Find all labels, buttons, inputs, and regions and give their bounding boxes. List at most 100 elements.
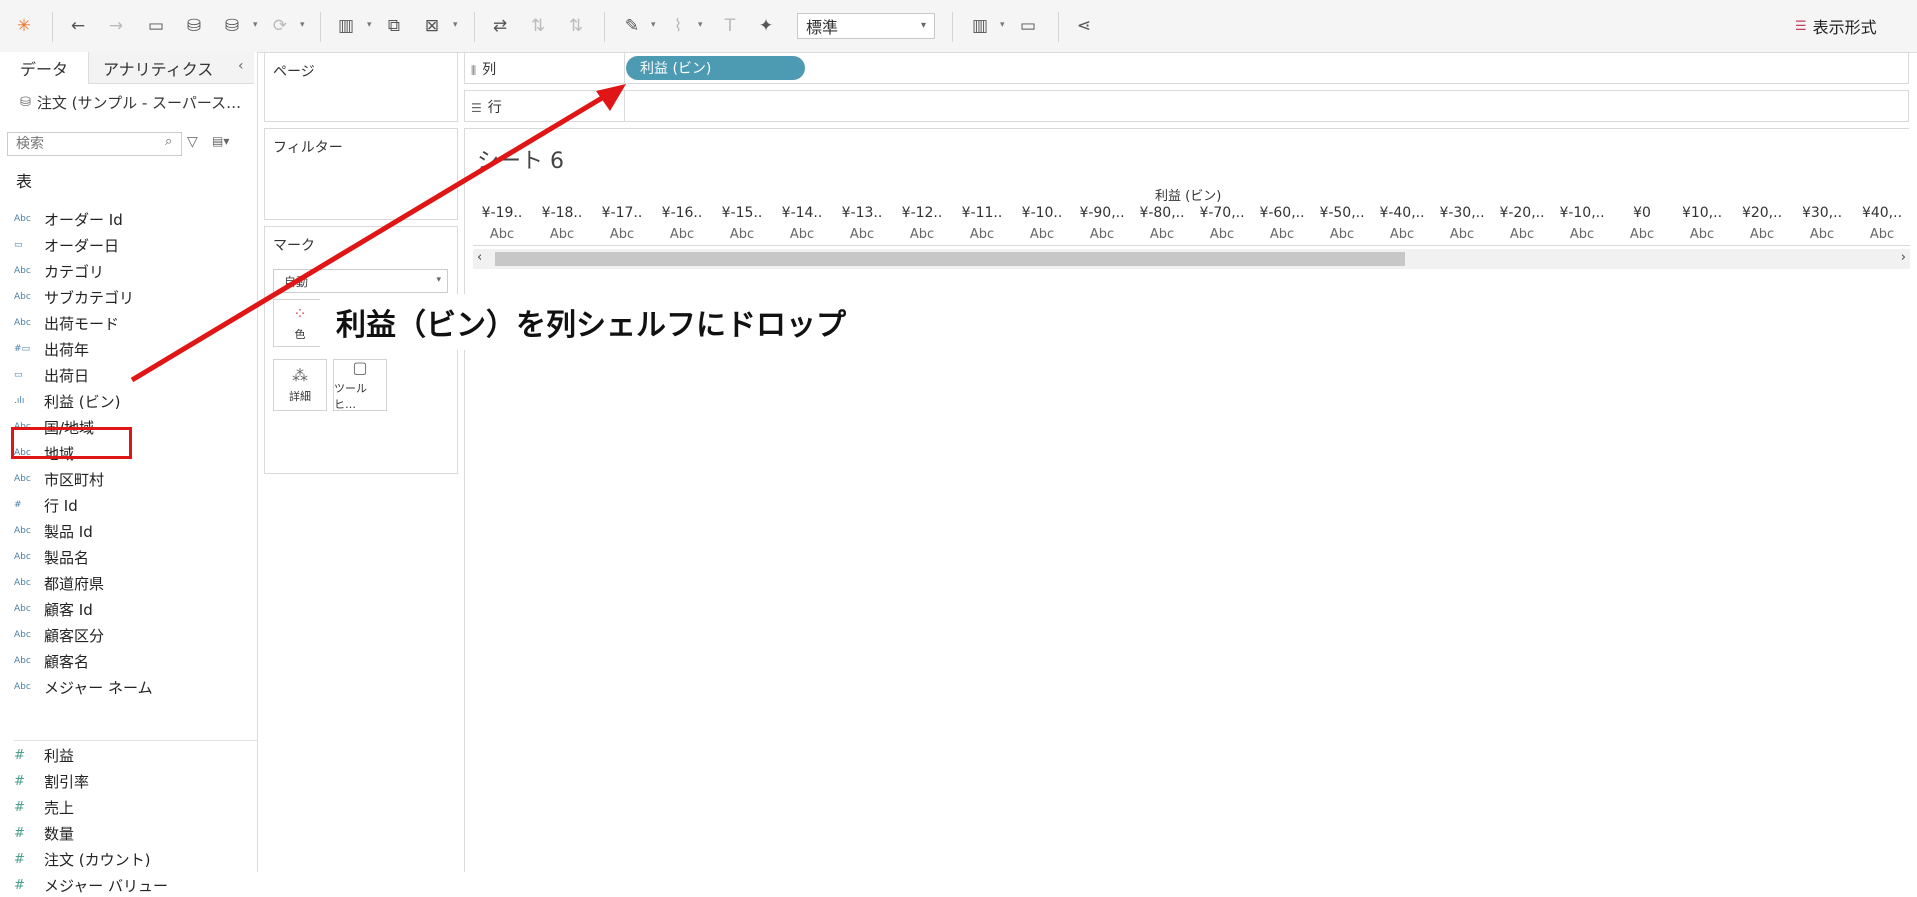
column-header-title[interactable]: 利益 (ビン) <box>1155 185 1221 204</box>
column-header-tick[interactable]: ¥-16.. <box>653 205 711 221</box>
column-header-tick[interactable]: ¥-50,.. <box>1313 205 1371 221</box>
field-item[interactable]: Abc メジャー ネーム <box>14 675 153 699</box>
column-header-tick[interactable]: ¥-90,.. <box>1073 205 1131 221</box>
cell-placeholder[interactable]: Abc <box>1853 227 1911 242</box>
column-header-tick[interactable]: ¥-30,.. <box>1433 205 1491 221</box>
field-item[interactable]: ▭ 出荷日 <box>14 363 89 387</box>
field-item[interactable]: Abc 製品名 <box>14 545 89 569</box>
column-header-tick[interactable]: ¥0 <box>1613 205 1671 221</box>
pause-updates-icon[interactable]: ⛁ <box>218 12 246 40</box>
measure-item[interactable]: # 数量 <box>14 821 74 845</box>
show-mark-labels-icon[interactable]: T <box>716 12 744 40</box>
cell-placeholder[interactable]: Abc <box>1433 227 1491 242</box>
measure-item[interactable]: # 注文 (カウント) <box>14 847 150 871</box>
sort-descending-icon[interactable]: ⇅ <box>562 12 590 40</box>
measure-item[interactable]: # メジャー バリュー <box>14 873 168 897</box>
cell-placeholder[interactable]: Abc <box>593 227 651 242</box>
show-me-button[interactable]: ☰ 表示形式 <box>1795 13 1877 39</box>
column-header-tick[interactable]: ¥-13.. <box>833 205 891 221</box>
datasource-item[interactable]: ⛁ 注文 (サンプル - スーパース… <box>20 92 241 113</box>
cell-placeholder[interactable]: Abc <box>1613 227 1671 242</box>
cell-placeholder[interactable]: Abc <box>1793 227 1851 242</box>
field-item[interactable]: Abc 顧客 Id <box>14 597 93 621</box>
field-item[interactable]: Abc 顧客名 <box>14 649 89 673</box>
column-header-tick[interactable]: ¥-18.. <box>533 205 591 221</box>
field-item[interactable]: Abc 都道府県 <box>14 571 104 595</box>
column-header-tick[interactable]: ¥-10.. <box>1013 205 1071 221</box>
cell-placeholder[interactable]: Abc <box>1553 227 1611 242</box>
chevron-down-icon[interactable]: ▾ <box>1000 20 1005 30</box>
presentation-mode-icon[interactable]: ▭ <box>1014 12 1042 40</box>
tab-analytics[interactable]: アナリティクス <box>88 52 254 84</box>
measure-item[interactable]: # 利益 <box>14 743 74 767</box>
fix-axes-icon[interactable]: ✦ <box>752 12 780 40</box>
tableau-logo-icon[interactable]: ✳ <box>10 12 38 40</box>
view-options-icon[interactable]: ▤▾ <box>212 134 229 148</box>
chevron-down-icon[interactable]: ▾ <box>253 20 258 30</box>
column-header-tick[interactable]: ¥20,.. <box>1733 205 1791 221</box>
cell-placeholder[interactable]: Abc <box>773 227 831 242</box>
column-header-tick[interactable]: ¥-14.. <box>773 205 831 221</box>
scroll-left-icon[interactable]: ‹ <box>477 250 482 265</box>
chevron-down-icon[interactable]: ▾ <box>367 20 372 30</box>
field-item[interactable]: # 行 Id <box>14 493 78 517</box>
field-item[interactable]: Abc 市区町村 <box>14 467 104 491</box>
cell-placeholder[interactable]: Abc <box>893 227 951 242</box>
field-item[interactable]: Abc 顧客区分 <box>14 623 104 647</box>
horizontal-scrollbar[interactable]: ‹ › <box>473 249 1910 269</box>
field-item[interactable]: Abc 製品 Id <box>14 519 93 543</box>
filters-card[interactable]: フィルター <box>264 128 458 220</box>
cell-placeholder[interactable]: Abc <box>1493 227 1551 242</box>
chevron-down-icon[interactable]: ▾ <box>453 20 458 30</box>
measure-item[interactable]: # 売上 <box>14 795 74 819</box>
marks-type-select[interactable]: 自動 ▾ <box>273 269 448 293</box>
column-header-tick[interactable]: ¥-10,.. <box>1553 205 1611 221</box>
share-icon[interactable]: ⋖ <box>1070 12 1098 40</box>
chevron-down-icon[interactable]: ▾ <box>698 20 703 30</box>
column-header-tick[interactable]: ¥-40,.. <box>1373 205 1431 221</box>
field-item[interactable]: #▭ 出荷年 <box>14 337 89 361</box>
column-header-tick[interactable]: ¥-19.. <box>473 205 531 221</box>
fit-mode-select[interactable]: 標準 ▾ <box>797 13 935 39</box>
tooltip-button[interactable]: ▢ ツールヒ… <box>333 358 387 411</box>
sheet-title[interactable]: シート 6 <box>477 143 564 175</box>
chevron-down-icon[interactable]: ▾ <box>300 20 305 30</box>
column-header-tick[interactable]: ¥-12.. <box>893 205 951 221</box>
field-item[interactable]: .ılı 利益 (ビン) <box>14 389 120 413</box>
cell-placeholder[interactable]: Abc <box>533 227 591 242</box>
detail-button[interactable]: ⁂ 詳細 <box>273 359 327 411</box>
cell-placeholder[interactable]: Abc <box>1073 227 1131 242</box>
clear-sheet-icon[interactable]: ⊠ <box>418 12 446 40</box>
cell-placeholder[interactable]: Abc <box>713 227 771 242</box>
column-header-tick[interactable]: ¥10,.. <box>1673 205 1731 221</box>
cell-placeholder[interactable]: Abc <box>1313 227 1371 242</box>
duplicate-sheet-icon[interactable]: ⧉ <box>380 12 408 40</box>
column-header-tick[interactable]: ¥-17.. <box>593 205 651 221</box>
cell-placeholder[interactable]: Abc <box>653 227 711 242</box>
column-header-tick[interactable]: ¥-70,.. <box>1193 205 1251 221</box>
show-cards-icon[interactable]: ▥ <box>966 12 994 40</box>
measure-item[interactable]: # 割引率 <box>14 769 89 793</box>
column-header-tick[interactable]: ¥-11.. <box>953 205 1011 221</box>
tab-data[interactable]: データ <box>0 52 88 86</box>
field-item[interactable]: Abc オーダー Id <box>14 207 123 231</box>
column-header-tick[interactable]: ¥-80,.. <box>1133 205 1191 221</box>
swap-rows-columns-icon[interactable]: ⇄ <box>486 12 514 40</box>
pages-card[interactable]: ページ <box>264 52 458 122</box>
field-item[interactable]: Abc 出荷モード <box>14 311 119 335</box>
cell-placeholder[interactable]: Abc <box>1253 227 1311 242</box>
column-header-tick[interactable]: ¥-15.. <box>713 205 771 221</box>
save-icon[interactable]: ▭ <box>142 12 170 40</box>
cell-placeholder[interactable]: Abc <box>1733 227 1791 242</box>
rows-shelf[interactable]: ☰ 行 <box>464 90 1909 122</box>
sort-ascending-icon[interactable]: ⇅ <box>524 12 552 40</box>
column-header-tick[interactable]: ¥-20,.. <box>1493 205 1551 221</box>
column-header-tick[interactable]: ¥30,.. <box>1793 205 1851 221</box>
search-input[interactable] <box>14 133 168 155</box>
cell-placeholder[interactable]: Abc <box>1673 227 1731 242</box>
cell-placeholder[interactable]: Abc <box>833 227 891 242</box>
refresh-icon[interactable]: ⟳ <box>266 12 294 40</box>
column-header-tick[interactable]: ¥40,.. <box>1853 205 1911 221</box>
redo-icon[interactable]: → <box>102 12 130 40</box>
cell-placeholder[interactable]: Abc <box>473 227 531 242</box>
